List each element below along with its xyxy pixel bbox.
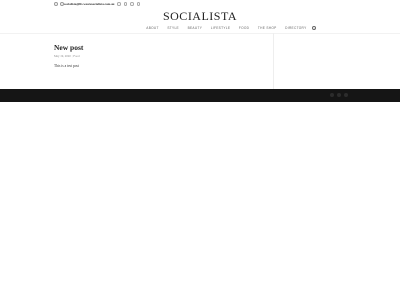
nav-item-the-shop[interactable]: THE SHOP — [254, 26, 281, 30]
search-icon[interactable] — [311, 26, 317, 31]
post-category[interactable]: Food — [73, 54, 79, 58]
footer — [0, 89, 400, 102]
post-date: May 19, 2020 — [54, 54, 71, 58]
post-body: This is a test post — [54, 64, 79, 68]
post-meta: May 19, 2020|Food — [54, 54, 264, 59]
top-bar: socialista@lfs.wearesocialista.com.au — [0, 0, 400, 8]
instagram-icon[interactable] — [130, 2, 134, 6]
twitter-icon[interactable] — [337, 93, 341, 97]
nav-item-style[interactable]: STYLE — [163, 26, 183, 30]
phone-icon[interactable] — [54, 2, 58, 6]
nav-item-about[interactable]: ABOUT — [142, 26, 163, 30]
nav-item-lifestyle[interactable]: LIFESTYLE — [206, 26, 234, 30]
pinterest-icon[interactable] — [136, 2, 140, 6]
sidebar-divider — [273, 33, 274, 89]
contact-icons — [54, 1, 64, 7]
facebook-icon[interactable] — [117, 2, 121, 6]
nav-item-food[interactable]: FOOD — [235, 26, 254, 30]
nav-item-beauty[interactable]: BEAUTY — [183, 26, 206, 30]
header-social-icons — [117, 1, 140, 7]
header-email[interactable]: socialista@lfs.wearesocialista.com.au — [64, 1, 114, 7]
footer-social-icons — [330, 93, 348, 97]
twitter-icon[interactable] — [123, 2, 127, 6]
nav-item-directory[interactable]: DIRECTORY — [281, 26, 311, 30]
post-title[interactable]: New post — [54, 43, 264, 52]
site-logo[interactable]: SOCIALISTA — [0, 9, 400, 24]
instagram-icon[interactable] — [344, 93, 348, 97]
facebook-icon[interactable] — [330, 93, 334, 97]
post: New post May 19, 2020|Food This is a tes… — [54, 43, 264, 69]
main-nav: ABOUT STYLE BEAUTY LIFESTYLE FOOD THE SH… — [142, 25, 317, 31]
header-divider — [0, 33, 400, 34]
